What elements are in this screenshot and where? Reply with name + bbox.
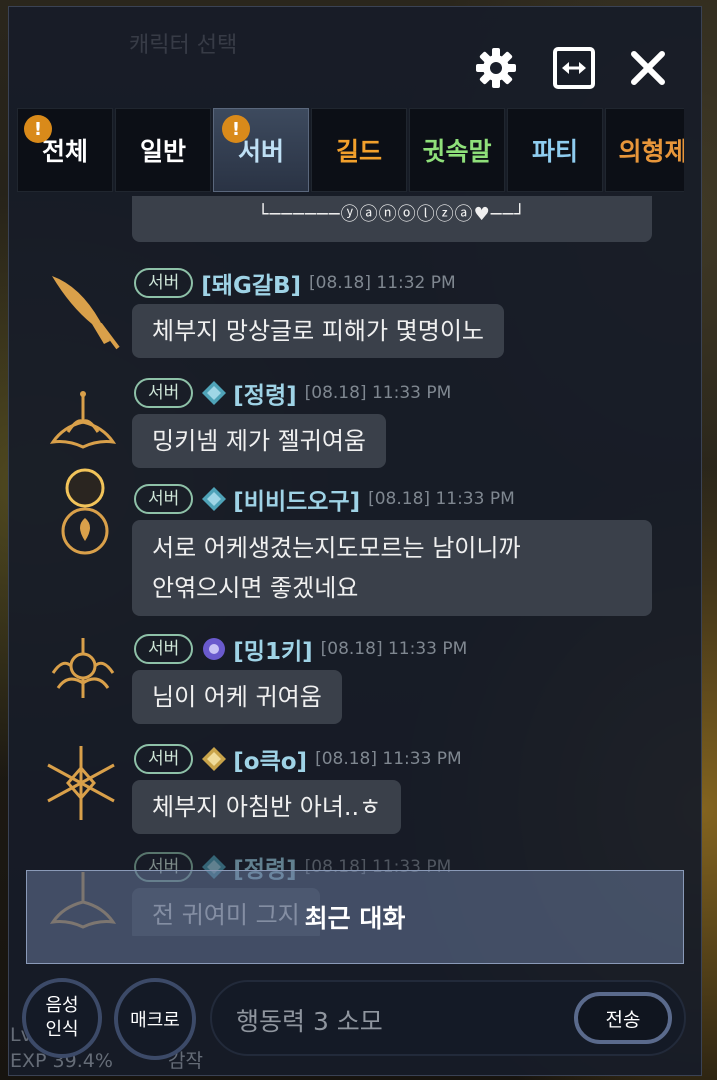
message-bubble: 체부지 아침반 아녀..ㅎ	[132, 780, 402, 834]
tab-label: 파티	[531, 137, 578, 166]
message-bubble: 밍키넴 제가 젤귀여움	[132, 414, 386, 468]
send-button[interactable]: 전송	[574, 992, 672, 1044]
timestamp: [08.18] 11:33 PM	[304, 383, 452, 403]
tab-guild[interactable]: 길드	[311, 108, 407, 192]
timestamp: [08.18] 11:33 PM	[368, 489, 515, 509]
lotus-avatar-icon	[49, 391, 117, 449]
sender-name[interactable]: [밍1키]	[233, 632, 312, 666]
crest-avatar-icon	[51, 638, 115, 698]
orb-avatar-icon	[61, 468, 109, 555]
macro-button[interactable]: 매크로	[114, 978, 196, 1060]
star-avatar-icon	[47, 746, 115, 820]
message-header: 서버 [정령] [08.18] 11:33 PM	[134, 376, 452, 410]
message-bubble: 서로 어케생겼는지도모르는 남이니까 안엮으시면 좋겠네요	[132, 520, 652, 616]
chat-input[interactable]	[234, 1000, 568, 1042]
settings-button[interactable]	[471, 43, 521, 93]
chat-toolbar	[9, 7, 701, 113]
tab-general[interactable]: 일반	[115, 108, 211, 192]
sender-name[interactable]: [비비드오구]	[233, 482, 360, 516]
gear-icon	[476, 48, 516, 88]
channel-chip: 서버	[134, 744, 194, 774]
channel-chip: 서버	[134, 378, 194, 408]
channel-chip: 서버	[134, 634, 194, 664]
sender-name[interactable]: [o큭o]	[233, 742, 307, 776]
tab-server[interactable]: ! 서버	[213, 108, 309, 192]
tab-label: 일반	[139, 137, 186, 166]
message-header: 서버 [o큭o] [08.18] 11:33 PM	[134, 742, 462, 776]
channel-chip: 서버	[134, 268, 194, 298]
tab-party[interactable]: 파티	[507, 108, 603, 192]
resize-button[interactable]	[549, 43, 599, 93]
message-bubble: 체부지 망상글로 피해가 몇명이노	[132, 304, 505, 358]
recent-conversation-button[interactable]: 최근 대화	[26, 870, 684, 964]
message-bubble: 님이 어케 귀여움	[132, 670, 342, 724]
sender-name[interactable]: [돼G갈B]	[201, 266, 301, 300]
guild-emblem-icon	[202, 487, 227, 511]
tab-label: 길드	[335, 137, 382, 166]
message-header: 서버 [돼G갈B] [08.18] 11:32 PM	[134, 266, 456, 300]
tab-sworn-brothers[interactable]: 의형제	[605, 108, 684, 192]
guild-emblem-icon	[202, 747, 227, 771]
channel-chip: 서버	[134, 484, 194, 514]
guild-emblem-icon	[202, 381, 227, 405]
feather-avatar-icon	[52, 276, 120, 350]
sender-name[interactable]: [정령]	[233, 376, 296, 410]
tab-all[interactable]: ! 전체	[17, 108, 113, 192]
expand-horizontal-icon	[553, 47, 595, 89]
timestamp: [08.18] 11:33 PM	[315, 749, 462, 769]
guild-emblem-icon	[203, 638, 226, 660]
voice-recognition-button[interactable]: 음성 인식	[22, 978, 102, 1058]
message-header: 서버 [비비드오구] [08.18] 11:33 PM	[134, 482, 515, 516]
close-icon	[631, 51, 665, 85]
timestamp: [08.18] 11:33 PM	[320, 639, 468, 659]
close-button[interactable]	[623, 43, 673, 93]
message-bubble: └──────ⓨⓐⓝⓞⓛⓩⓐ♥──┘	[132, 196, 652, 242]
notification-badge: !	[222, 115, 250, 143]
notification-badge: !	[24, 115, 52, 143]
chat-input-bar: 전송	[210, 980, 686, 1056]
timestamp: [08.18] 11:32 PM	[309, 273, 456, 293]
message-header: 서버 [밍1키] [08.18] 11:33 PM	[134, 632, 468, 666]
tab-label: 귓속말	[422, 137, 492, 166]
chat-message-list[interactable]: └──────ⓨⓐⓝⓞⓛⓩⓐ♥──┘ 서버 [돼G갈B] [08.18] 11:…	[0, 196, 717, 936]
tab-whisper[interactable]: 귓속말	[409, 108, 505, 192]
chat-channel-tabs: ! 전체 일반 ! 서버 길드 귓속말 파티 의형제	[17, 108, 684, 194]
tab-label: 의형제	[618, 137, 684, 166]
